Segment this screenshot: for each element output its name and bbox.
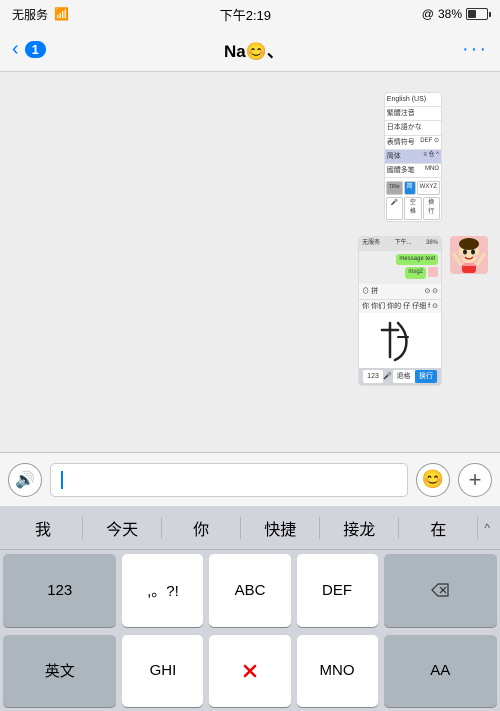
key-row-2: 英文 GHI MNO AA xyxy=(0,631,500,711)
voice-icon: 🔊 xyxy=(15,470,35,490)
key-123[interactable]: 123 xyxy=(3,554,116,627)
key-def[interactable]: DEF xyxy=(297,554,378,627)
nav-badge: 1 xyxy=(25,41,46,58)
key-punctuation[interactable]: ,。?! xyxy=(122,554,203,627)
key-abc[interactable]: ABC xyxy=(209,554,290,627)
keyboard: 我 今天 你 快捷 接龙 在 ^ 123 ,。?! ABC DEF 英文 GHI xyxy=(0,506,500,711)
voice-button[interactable]: 🔊 xyxy=(8,463,42,497)
avatar xyxy=(450,236,488,274)
status-right: @ 38% xyxy=(422,7,488,21)
key-row-1: 123 ,。?! ABC DEF xyxy=(0,550,500,631)
emoji-button[interactable]: 😊 xyxy=(416,463,450,497)
add-button[interactable]: + xyxy=(458,463,492,497)
battery-percent: 38% xyxy=(438,7,462,21)
pred-word-4[interactable]: 快捷 xyxy=(241,510,319,546)
key-english[interactable]: 英文 xyxy=(3,635,116,708)
more-button[interactable]: ··· xyxy=(462,38,488,61)
back-button[interactable]: ‹ 1 xyxy=(12,38,46,61)
pred-word-6[interactable]: 在 xyxy=(399,510,477,546)
battery-icon xyxy=(466,8,488,20)
pred-word-5[interactable]: 接龙 xyxy=(320,510,398,546)
nav-title: Na😊、 xyxy=(224,37,284,62)
pred-word-1[interactable]: 我 xyxy=(4,510,82,546)
wifi-icon: 📶 xyxy=(54,7,69,21)
back-arrow-icon: ‹ xyxy=(12,38,19,61)
add-icon: + xyxy=(469,467,482,493)
location-icon: @ xyxy=(422,7,434,21)
predictive-bar: 我 今天 你 快捷 接龙 在 ^ xyxy=(0,506,500,550)
pred-word-3[interactable]: 你 xyxy=(162,510,240,546)
delete-key[interactable] xyxy=(384,554,497,627)
ime-row-english: English (US) xyxy=(385,93,441,107)
key-middle[interactable] xyxy=(209,635,290,708)
nav-bar: ‹ 1 Na😊、 ··· xyxy=(0,28,500,72)
emoji-icon: 😊 xyxy=(422,469,444,490)
input-bar: 🔊 😊 + xyxy=(0,452,500,506)
message-image-2[interactable]: 无服务下午...38% message text msg2 ⊙ 拼 xyxy=(358,236,442,386)
carrier-label: 无服务 xyxy=(12,6,48,23)
status-bar: 无服务 📶 下午2:19 @ 38% xyxy=(0,0,500,28)
pred-word-2[interactable]: 今天 xyxy=(83,510,161,546)
status-left: 无服务 📶 xyxy=(12,6,69,23)
message-image-1[interactable]: English (US) 繁體注音 日本語かな 表情符号 DEF ⊙ 简体 ≡ … xyxy=(384,92,442,222)
key-aa[interactable]: AA xyxy=(384,635,497,708)
pred-expand-arrow[interactable]: ^ xyxy=(478,521,496,535)
text-cursor xyxy=(61,471,63,489)
chat-area: English (US) 繁體注音 日本語かな 表情符号 DEF ⊙ 简体 ≡ … xyxy=(0,72,500,452)
time-label: 下午2:19 xyxy=(220,5,271,24)
text-input[interactable] xyxy=(50,463,408,497)
message-bubble-1: English (US) 繁體注音 日本語かな 表情符号 DEF ⊙ 简体 ≡ … xyxy=(12,92,488,222)
key-ghi[interactable]: GHI xyxy=(122,635,203,708)
key-mno[interactable]: MNO xyxy=(297,635,378,708)
message-bubble-2: 无服务下午...38% message text msg2 ⊙ 拼 xyxy=(12,236,488,386)
